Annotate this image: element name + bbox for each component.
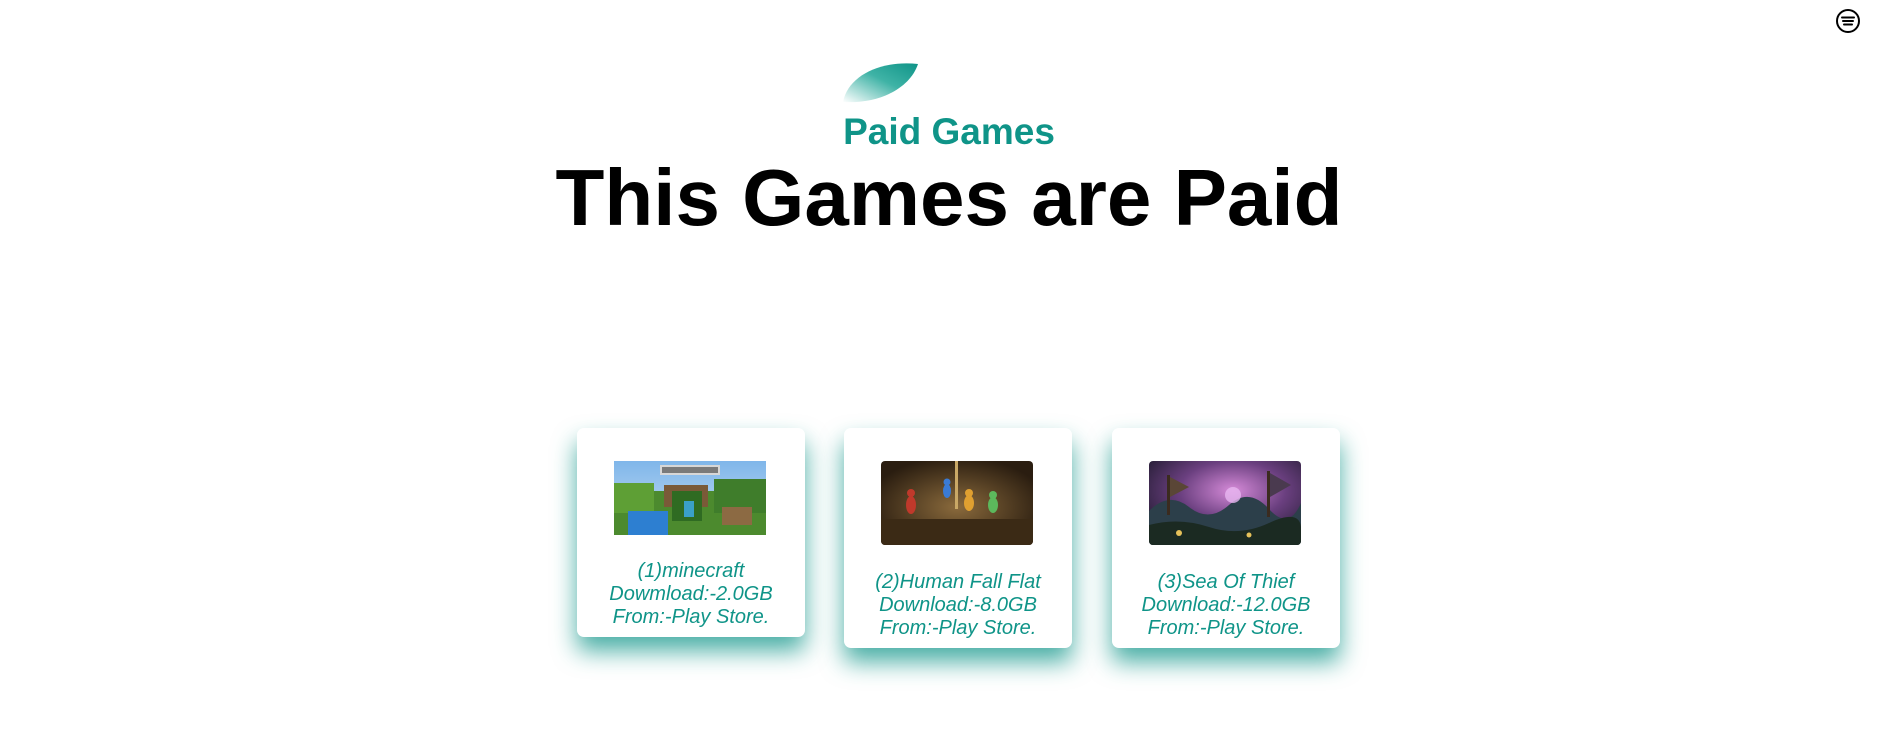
leaf-icon — [843, 63, 918, 103]
game-source: From:-Play Store. — [612, 606, 770, 628]
game-name: (2)Human Fall Flat — [875, 571, 1041, 593]
page-title: This Games are Paid — [555, 153, 1343, 242]
game-card-caption: (1)minecraft Dowmload:-2.0GB From:-Play … — [577, 560, 805, 629]
game-card-human-fall-flat[interactable]: (2)Human Fall Flat Download:-8.0GB From:… — [844, 428, 1072, 648]
minecraft-thumbnail — [614, 461, 766, 535]
page: Paid Games This Games are Paid (1)minecr… — [0, 0, 1898, 754]
game-download-size: Dowmload:-2.0GB — [609, 583, 773, 605]
game-card-caption: (2)Human Fall Flat Download:-8.0GB From:… — [844, 571, 1072, 640]
game-source: From:-Play Store. — [879, 617, 1037, 639]
menu-icon[interactable] — [1835, 8, 1861, 34]
game-download-size: Download:-8.0GB — [879, 594, 1037, 616]
game-name: (1)minecraft — [637, 560, 745, 582]
sea-of-thieves-thumbnail — [1149, 461, 1301, 545]
game-card-caption: (3)Sea Of Thief Download:-12.0GB From:-P… — [1112, 571, 1340, 640]
section-subtitle: Paid Games — [843, 111, 1055, 152]
game-download-size: Download:-12.0GB — [1141, 594, 1311, 616]
human-fall-flat-thumbnail — [881, 461, 1033, 545]
game-card-minecraft[interactable]: (1)minecraft Dowmload:-2.0GB From:-Play … — [577, 428, 805, 637]
game-card-sea-of-thief[interactable]: (3)Sea Of Thief Download:-12.0GB From:-P… — [1112, 428, 1340, 648]
game-source: From:-Play Store. — [1147, 617, 1305, 639]
game-name: (3)Sea Of Thief — [1157, 571, 1295, 593]
